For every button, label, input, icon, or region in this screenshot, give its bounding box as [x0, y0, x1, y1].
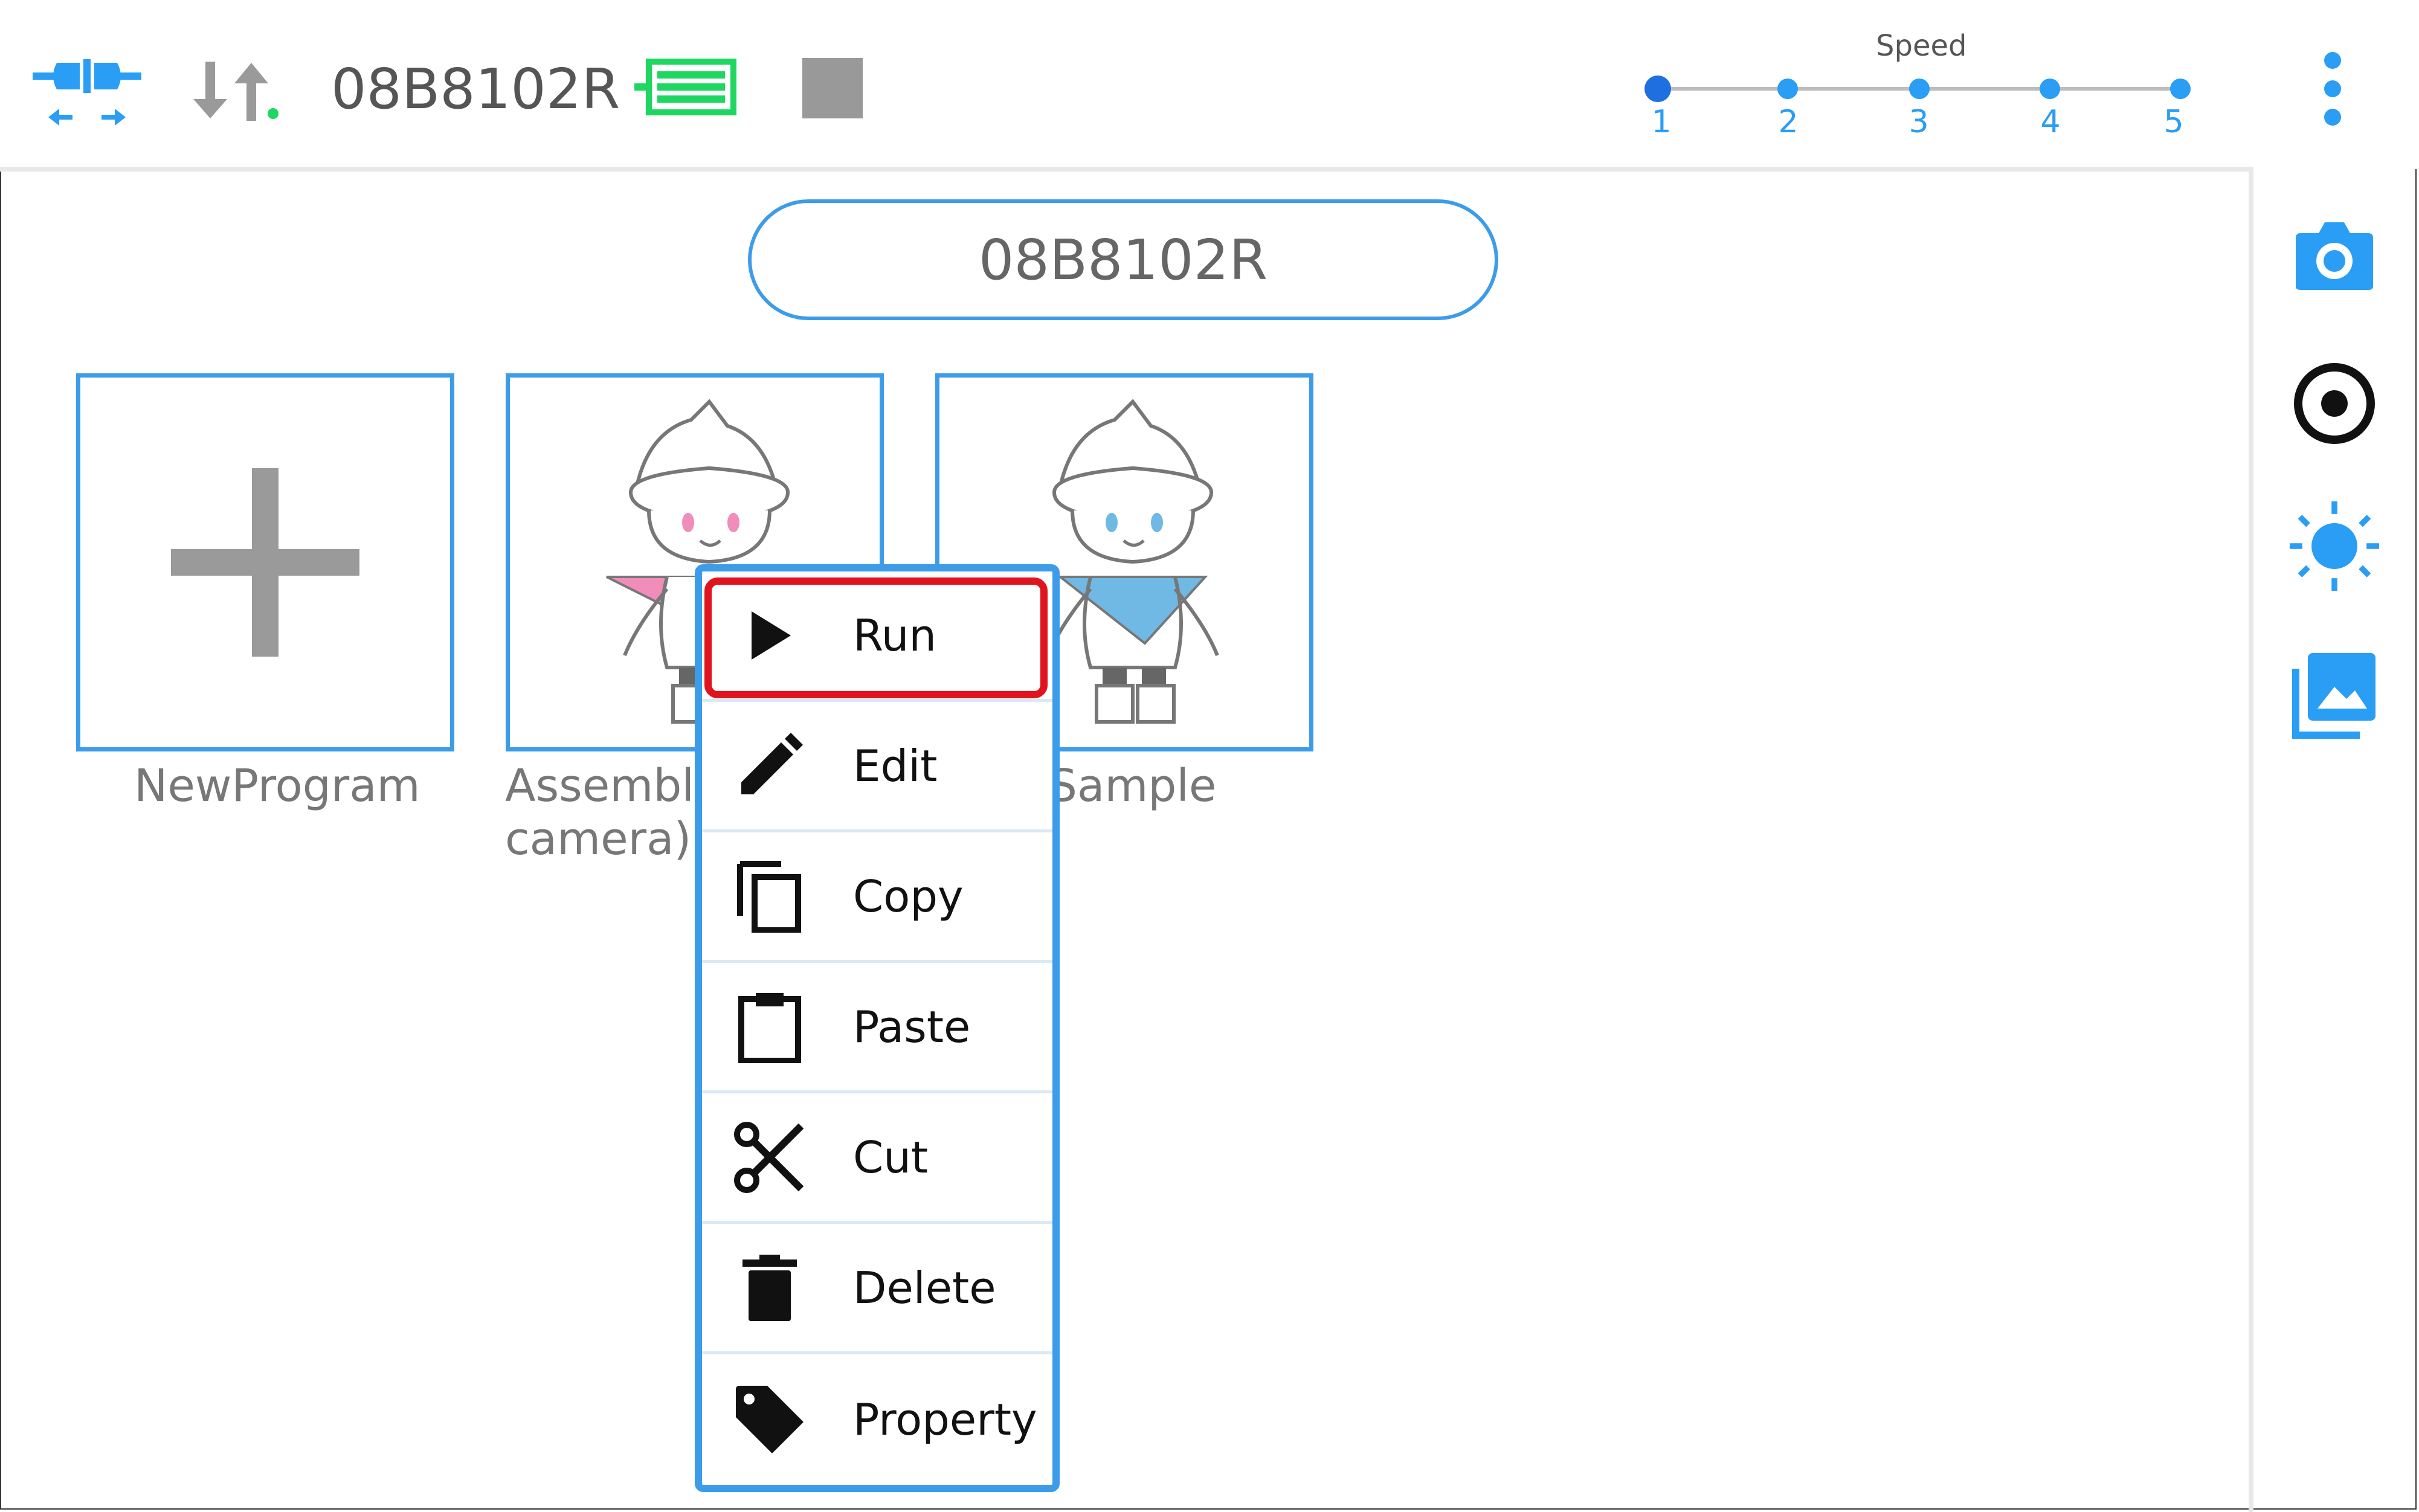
record-icon[interactable] [2290, 359, 2379, 448]
stop-square-icon[interactable] [802, 58, 863, 118]
scissors-icon [733, 1121, 806, 1194]
device-id-label: 08B8102R [331, 57, 620, 121]
menu-item-label: Delete [853, 1262, 996, 1313]
play-icon [733, 599, 806, 672]
pencil-icon [733, 730, 806, 802]
menu-item-run[interactable]: Run [702, 571, 1052, 702]
plus-icon [171, 468, 359, 657]
menu-item-edit[interactable]: Edit [702, 702, 1052, 832]
speed-label-4: 4 [2040, 104, 2061, 140]
plug-connect-icon[interactable] [33, 53, 141, 132]
speed-label-2: 2 [1778, 104, 1799, 140]
transfer-arrows-icon[interactable] [191, 58, 282, 124]
context-menu: Run Edit Copy Paste Cut Delete Property [695, 564, 1060, 1492]
trash-icon [733, 1252, 806, 1324]
menu-item-label: Property [853, 1394, 1037, 1445]
toolbar: 08B8102R Speed 1 2 3 4 5 [0, 0, 2419, 169]
tag-icon [733, 1383, 806, 1456]
brightness-icon[interactable] [2290, 501, 2379, 591]
speed-dot-1[interactable] [1644, 76, 1671, 102]
camera-icon[interactable] [2290, 210, 2379, 300]
menu-item-label: Run [853, 610, 937, 661]
new-program-tile[interactable] [76, 373, 454, 751]
menu-item-property[interactable]: Property [702, 1354, 1052, 1485]
program-label: Sample [1049, 760, 1217, 812]
menu-item-label: Paste [853, 1001, 971, 1052]
speed-dot-4[interactable] [2040, 79, 2060, 99]
menu-item-delete[interactable]: Delete [702, 1224, 1052, 1354]
speed-label-1: 1 [1651, 104, 1672, 140]
right-rail-divider [2249, 169, 2253, 1512]
speed-label-5: 5 [2163, 104, 2184, 140]
program-label: NewProgram [134, 760, 420, 812]
menu-item-cut[interactable]: Cut [702, 1093, 1052, 1224]
speed-title: Speed [1876, 29, 1967, 63]
battery-icon [634, 58, 737, 116]
toolbar-divider [0, 167, 2253, 172]
menu-item-paste[interactable]: Paste [702, 963, 1052, 1093]
menu-item-label: Copy [853, 870, 964, 922]
menu-item-label: Edit [853, 740, 938, 791]
speed-label-3: 3 [1908, 104, 1929, 140]
clipboard-icon [733, 991, 806, 1063]
speed-dot-2[interactable] [1777, 79, 1798, 99]
program-label: Assembly [505, 760, 721, 812]
copy-icon [733, 860, 806, 933]
program-label-line2: camera) [505, 813, 692, 865]
more-vert-icon[interactable] [2311, 50, 2354, 128]
speed-dot-5[interactable] [2170, 79, 2191, 99]
menu-item-label: Cut [853, 1131, 929, 1183]
speed-dot-3[interactable] [1909, 79, 1930, 99]
gallery-icon[interactable] [2290, 650, 2379, 739]
page-title: 08B8102R [748, 199, 1498, 320]
menu-item-copy[interactable]: Copy [702, 832, 1052, 963]
